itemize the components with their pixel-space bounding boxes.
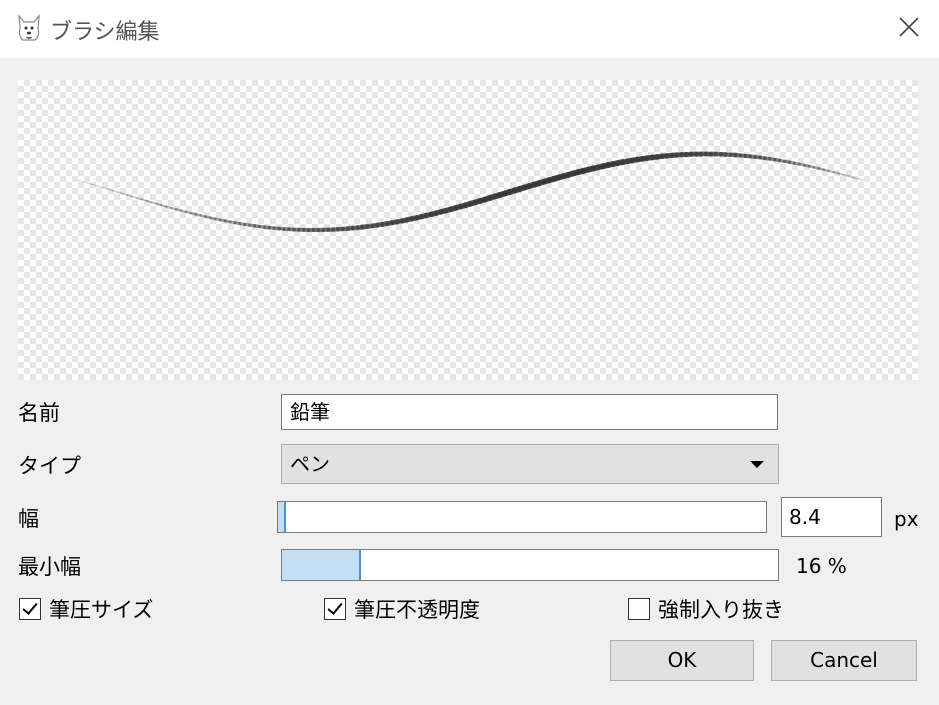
pressure-size-label: 筆圧サイズ bbox=[49, 598, 154, 622]
min-width-value: 16 % bbox=[796, 554, 847, 578]
name-input[interactable]: 鉛筆 bbox=[281, 394, 778, 430]
width-slider-fill bbox=[278, 502, 286, 532]
min-width-slider-fill bbox=[282, 550, 361, 580]
stroke-segment bbox=[92, 183, 99, 187]
pressure-opacity-checkbox[interactable]: 筆圧不透明度 bbox=[324, 596, 480, 622]
name-label: 名前 bbox=[18, 401, 60, 425]
close-button[interactable] bbox=[888, 8, 930, 48]
width-unit: px bbox=[894, 507, 919, 531]
type-label: タイプ bbox=[18, 454, 81, 478]
stroke-segment bbox=[101, 186, 109, 190]
stroke-preview-canvas bbox=[77, 151, 864, 233]
stroke-segment bbox=[852, 176, 859, 180]
cancel-button[interactable]: Cancel bbox=[771, 640, 917, 681]
window-title: ブラシ編集 bbox=[50, 20, 160, 45]
forced-taper-checkbox[interactable]: 強制入り抜き bbox=[628, 596, 784, 622]
width-slider[interactable] bbox=[277, 501, 767, 533]
stroke-segment bbox=[857, 178, 864, 181]
close-icon bbox=[899, 17, 919, 37]
brush-edit-dialog: ブラシ編集 名前 鉛筆 タイプ ペン 幅 8.4 px 最小幅 16 % 筆圧サ… bbox=[0, 0, 939, 705]
pressure-size-checkbox[interactable]: 筆圧サイズ bbox=[19, 596, 153, 622]
checkmark-icon bbox=[19, 598, 41, 620]
width-value-input[interactable]: 8.4 bbox=[781, 497, 882, 537]
stroke-segment bbox=[96, 185, 104, 189]
stroke-segment bbox=[87, 182, 94, 186]
triangle-down-icon bbox=[750, 461, 764, 468]
dog-app-icon bbox=[16, 12, 42, 44]
checkbox-icon bbox=[628, 598, 650, 620]
stroke-segment bbox=[77, 179, 84, 183]
checkmark-icon bbox=[324, 598, 346, 620]
stroke-segment bbox=[847, 175, 854, 179]
forced-taper-label: 強制入り抜き bbox=[658, 598, 784, 622]
stroke-segment bbox=[111, 189, 118, 193]
pressure-opacity-label: 筆圧不透明度 bbox=[354, 598, 480, 622]
type-select[interactable]: ペン bbox=[281, 444, 779, 484]
min-width-slider[interactable] bbox=[281, 549, 779, 581]
type-selected-value: ペン bbox=[290, 452, 330, 476]
stroke-segment bbox=[106, 188, 114, 192]
title-bar: ブラシ編集 bbox=[0, 0, 939, 58]
stroke-segment bbox=[82, 181, 89, 184]
ok-button[interactable]: OK bbox=[610, 640, 754, 681]
min-width-label: 最小幅 bbox=[18, 555, 81, 579]
width-label: 幅 bbox=[18, 507, 39, 531]
brush-stroke-preview bbox=[18, 80, 918, 380]
